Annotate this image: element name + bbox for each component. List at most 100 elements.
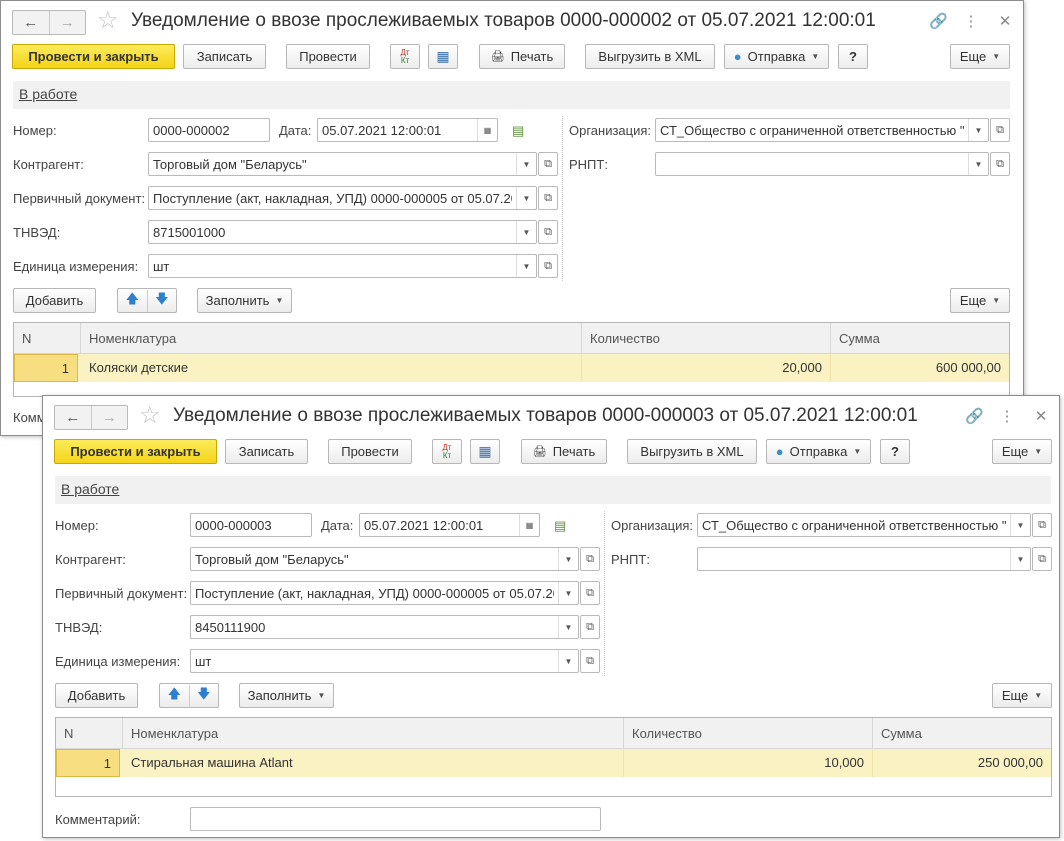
more-button[interactable]: Еще ▼ (992, 439, 1052, 464)
document-check-icon[interactable]: ▤ (554, 518, 566, 534)
chevron-down-icon[interactable]: ▼ (516, 187, 536, 209)
column-header-n[interactable]: N (56, 718, 123, 749)
star-icon[interactable]: ☆ (139, 402, 161, 430)
arrow-right-icon[interactable]: → (48, 11, 86, 34)
save-button[interactable]: Записать (225, 439, 308, 464)
arrow-down-icon[interactable]: 🡇 (190, 685, 219, 707)
calendar-icon[interactable]: ▦ (477, 119, 497, 141)
rnpt-field[interactable]: ▼ (655, 152, 989, 176)
table-row[interactable]: 1 Коляски детские 20,000 600 000,00 (14, 354, 1009, 382)
cell-qty[interactable]: 20,000 (582, 354, 831, 382)
help-button[interactable]: ? (838, 44, 868, 69)
date-field[interactable]: 05.07.2021 12:00:01 ▦ (317, 118, 498, 142)
post-button[interactable]: Провести (286, 44, 370, 69)
counterparty-field[interactable]: Торговый дом "Беларусь" ▼ (190, 547, 579, 571)
tnved-field[interactable]: 8450111900 ▼ (190, 615, 579, 639)
open-icon[interactable]: ⧉ (580, 615, 600, 639)
open-icon[interactable]: ⧉ (580, 547, 600, 571)
open-icon[interactable]: ⧉ (538, 186, 558, 210)
cell-item[interactable]: Коляски детские (81, 354, 582, 382)
send-button[interactable]: ● Отправка ▼ (724, 44, 829, 69)
arrow-up-icon[interactable]: 🡅 (160, 684, 190, 707)
structure-icon[interactable]: ▦ (470, 439, 500, 464)
send-button[interactable]: ● Отправка ▼ (766, 439, 871, 464)
number-field[interactable]: 0000-000003 (190, 513, 312, 537)
dt-kt-icon[interactable]: Дт Кт (432, 439, 462, 464)
open-icon[interactable]: ⧉ (580, 581, 600, 605)
link-icon[interactable]: 🔗 (965, 407, 984, 425)
open-icon[interactable]: ⧉ (538, 220, 558, 244)
chevron-down-icon[interactable]: ▼ (558, 582, 578, 604)
save-button[interactable]: Записать (183, 44, 266, 69)
date-field[interactable]: 05.07.2021 12:00:01 ▦ (359, 513, 540, 537)
chevron-down-icon[interactable]: ▼ (558, 616, 578, 638)
column-header-item[interactable]: Номенклатура (123, 718, 624, 749)
add-row-button[interactable]: Добавить (55, 683, 138, 708)
organization-field[interactable]: СТ_Общество с ограниченной ответственнос… (697, 513, 1031, 537)
arrow-down-icon[interactable]: 🡇 (148, 290, 177, 312)
arrow-right-icon[interactable]: → (90, 406, 128, 429)
table-row[interactable]: 1 Стиральная машина Atlant 10,000 250 00… (56, 749, 1051, 777)
cell-sum[interactable]: 250 000,00 (873, 749, 1051, 777)
more-button[interactable]: Еще ▼ (950, 44, 1010, 69)
chevron-down-icon[interactable]: ▼ (968, 119, 988, 141)
chevron-down-icon[interactable]: ▼ (516, 153, 536, 175)
post-button[interactable]: Провести (328, 439, 412, 464)
close-icon[interactable]: ✕ (1033, 407, 1049, 425)
fill-button[interactable]: Заполнить ▼ (239, 683, 334, 708)
chevron-down-icon[interactable]: ▼ (516, 255, 536, 277)
number-field[interactable]: 0000-000002 (148, 118, 270, 142)
more-vert-icon[interactable]: ⋮ (999, 407, 1015, 425)
column-header-sum[interactable]: Сумма (873, 718, 1053, 749)
post-and-close-button[interactable]: Провести и закрыть (12, 44, 175, 69)
column-header-qty[interactable]: Количество (582, 323, 831, 354)
open-icon[interactable]: ⧉ (1032, 547, 1052, 571)
counterparty-field[interactable]: Торговый дом "Беларусь" ▼ (148, 152, 537, 176)
print-button[interactable]: 🖨 Печать (521, 439, 607, 464)
arrow-left-icon[interactable]: ← (13, 11, 49, 34)
organization-field[interactable]: СТ_Общество с ограниченной ответственнос… (655, 118, 989, 142)
open-icon[interactable]: ⧉ (1032, 513, 1052, 537)
arrow-left-icon[interactable]: ← (55, 406, 91, 429)
primary-doc-field[interactable]: Поступление (акт, накладная, УПД) 0000-0… (148, 186, 537, 210)
document-check-icon[interactable]: ▤ (512, 123, 524, 139)
export-xml-button[interactable]: Выгрузить в XML (627, 439, 757, 464)
print-button[interactable]: 🖨 Печать (479, 44, 565, 69)
open-icon[interactable]: ⧉ (538, 254, 558, 278)
open-icon[interactable]: ⧉ (990, 118, 1010, 142)
structure-icon[interactable]: ▦ (428, 44, 458, 69)
chevron-down-icon[interactable]: ▼ (558, 548, 578, 570)
column-header-item[interactable]: Номенклатура (81, 323, 582, 354)
close-icon[interactable]: ✕ (997, 12, 1013, 30)
help-button[interactable]: ? (880, 439, 910, 464)
chevron-down-icon[interactable]: ▼ (1010, 514, 1030, 536)
chevron-down-icon[interactable]: ▼ (968, 153, 988, 175)
primary-doc-field[interactable]: Поступление (акт, накладная, УПД) 0000-0… (190, 581, 579, 605)
status-link[interactable]: В работе (61, 481, 119, 497)
table-more-button[interactable]: Еще ▼ (950, 288, 1010, 313)
open-icon[interactable]: ⧉ (538, 152, 558, 176)
cell-n[interactable]: 1 (14, 354, 78, 382)
chevron-down-icon[interactable]: ▼ (1010, 548, 1030, 570)
add-row-button[interactable]: Добавить (13, 288, 96, 313)
column-header-n[interactable]: N (14, 323, 81, 354)
dt-kt-icon[interactable]: Дт Кт (390, 44, 420, 69)
rnpt-field[interactable]: ▼ (697, 547, 1031, 571)
fill-button[interactable]: Заполнить ▼ (197, 288, 292, 313)
cell-qty[interactable]: 10,000 (624, 749, 873, 777)
star-icon[interactable]: ☆ (97, 7, 119, 35)
table-more-button[interactable]: Еще ▼ (992, 683, 1052, 708)
open-icon[interactable]: ⧉ (580, 649, 600, 673)
tnved-field[interactable]: 8715001000 ▼ (148, 220, 537, 244)
arrow-up-icon[interactable]: 🡅 (118, 289, 148, 312)
comment-field[interactable] (190, 807, 601, 831)
open-icon[interactable]: ⧉ (990, 152, 1010, 176)
chevron-down-icon[interactable]: ▼ (516, 221, 536, 243)
cell-n[interactable]: 1 (56, 749, 120, 777)
more-vert-icon[interactable]: ⋮ (963, 12, 979, 30)
cell-item[interactable]: Стиральная машина Atlant (123, 749, 624, 777)
status-link[interactable]: В работе (19, 86, 77, 102)
link-icon[interactable]: 🔗 (929, 12, 948, 30)
column-header-sum[interactable]: Сумма (831, 323, 1011, 354)
unit-field[interactable]: шт ▼ (148, 254, 537, 278)
